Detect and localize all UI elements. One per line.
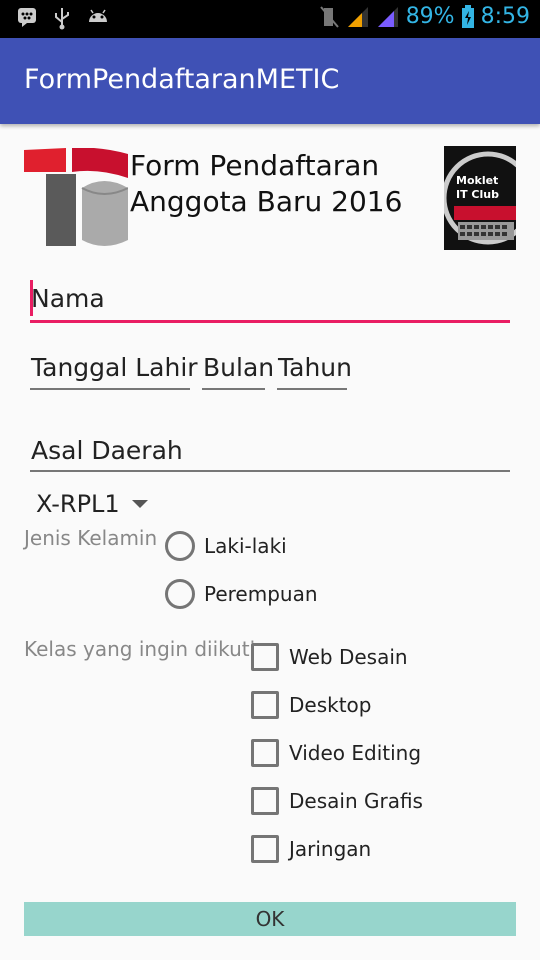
tahun-underline <box>277 388 347 390</box>
radio-perempuan[interactable] <box>165 579 195 609</box>
bulan-underline <box>202 388 265 390</box>
radio-laki-laki[interactable] <box>165 531 195 561</box>
form-title: Form Pendaftaran Anggota Baru 2016 <box>130 148 402 220</box>
kelas-label: Kelas yang ingin diikuti <box>24 637 256 661</box>
bulan-input[interactable]: Bulan <box>203 353 274 382</box>
radio-laki-laki-label[interactable]: Laki-laki <box>204 534 287 558</box>
battery-icon <box>461 4 474 28</box>
android-icon <box>89 9 107 22</box>
checkbox-desain-grafis-label[interactable]: Desain Grafis <box>289 789 423 813</box>
asal-daerah-input[interactable]: Asal Daerah <box>31 436 183 465</box>
badge-text-2: IT Club <box>456 188 499 201</box>
form-title-line2: Anggota Baru 2016 <box>130 185 403 218</box>
battery-percent: 89% <box>405 4 455 29</box>
status-bar: 89% 8:59 <box>0 0 540 38</box>
radio-perempuan-label[interactable]: Perempuan <box>204 582 318 606</box>
checkbox-desktop-label[interactable]: Desktop <box>289 693 371 717</box>
nama-underline <box>30 320 510 323</box>
kelas-spinner-value: X-RPL1 <box>36 490 120 518</box>
checkbox-desktop[interactable] <box>251 691 279 719</box>
clock: 8:59 <box>480 4 530 29</box>
usb-icon <box>55 8 69 30</box>
tanggal-lahir-input[interactable]: Tanggal Lahir <box>31 353 198 382</box>
checkbox-video-editing[interactable] <box>251 739 279 767</box>
checkbox-jaringan-label[interactable]: Jaringan <box>289 837 371 861</box>
asal-daerah-underline <box>30 470 510 472</box>
dropdown-arrow-icon <box>132 500 148 508</box>
checkbox-web-desain[interactable] <box>251 643 279 671</box>
kelas-spinner[interactable]: X-RPL1 <box>24 488 164 522</box>
tanggal-lahir-underline <box>30 388 190 390</box>
jenis-kelamin-label: Jenis Kelamin <box>24 526 158 550</box>
signal-icon-2 <box>377 6 398 27</box>
checkbox-desain-grafis[interactable] <box>251 787 279 815</box>
telkom-logo <box>24 148 128 246</box>
moklet-it-club-logo: Moklet IT Club <box>441 146 535 250</box>
app-title: FormPendaftaranMETIC <box>24 64 340 95</box>
app-bar: FormPendaftaranMETIC <box>0 38 540 124</box>
nama-input[interactable]: Nama <box>31 284 105 313</box>
checkbox-jaringan[interactable] <box>251 835 279 863</box>
mute-icon <box>319 5 339 28</box>
ok-button[interactable]: OK <box>24 902 516 936</box>
tahun-input[interactable]: Tahun <box>278 353 352 382</box>
checkbox-video-editing-label[interactable]: Video Editing <box>289 741 421 765</box>
checkbox-web-desain-label[interactable]: Web Desain <box>289 645 408 669</box>
badge-text-1: Moklet <box>456 174 499 187</box>
bbm-icon <box>18 8 36 27</box>
signal-icon <box>347 6 368 27</box>
form-title-line1: Form Pendaftaran <box>130 149 380 182</box>
